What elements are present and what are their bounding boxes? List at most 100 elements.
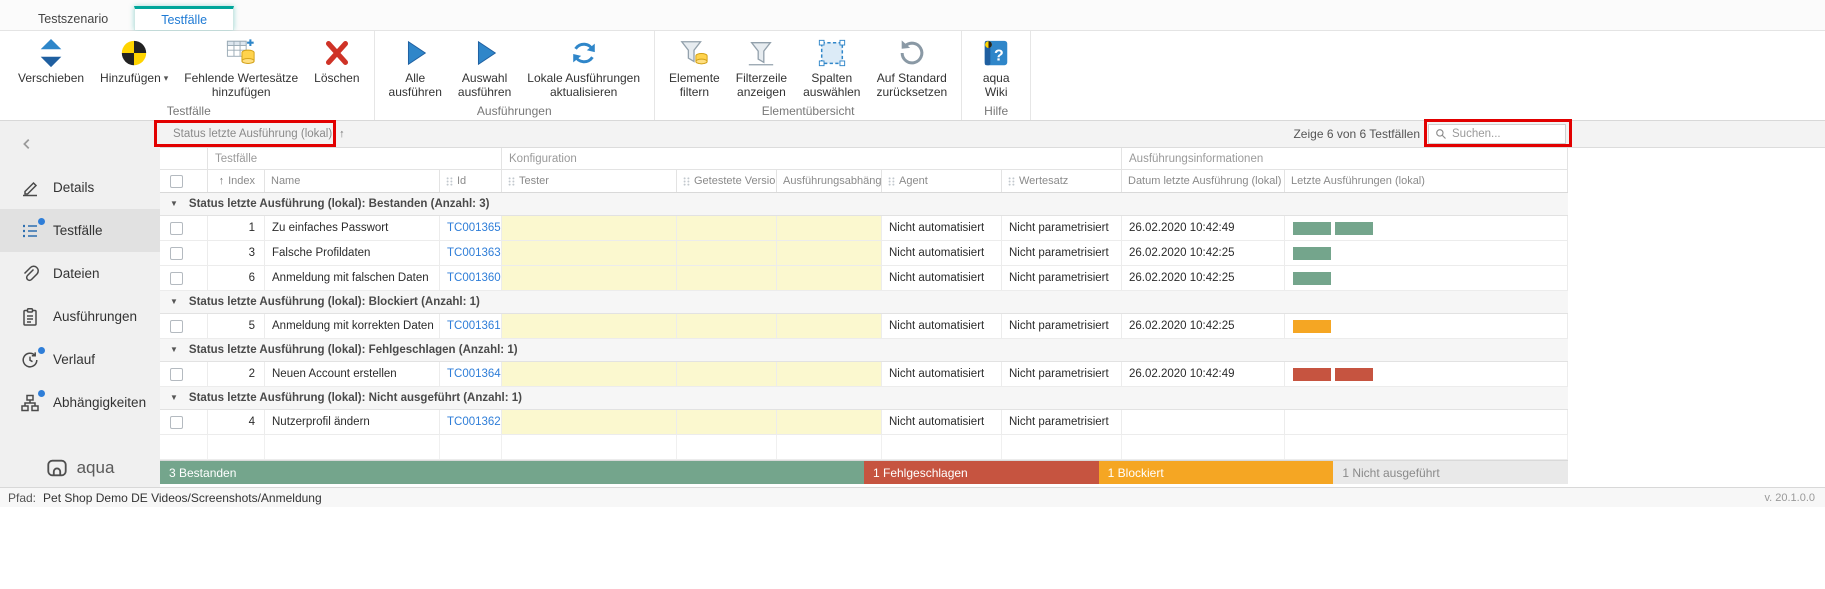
column-header-row: ↑IndexNameIdTesterGetestete VersionAusfü… [160,170,1568,193]
dependencies-icon [20,393,40,413]
column-header-id[interactable]: Id [440,170,502,192]
last-execution-date-cell: 26.02.2020 10:42:25 [1122,314,1285,338]
notification-dot [38,390,45,397]
aqua-logo-text: aqua [77,458,115,478]
ribbon-group-label-testfaelle: Testfälle [10,102,368,120]
wiki-icon: ? [981,38,1011,68]
checkbox-cell [160,266,208,290]
row-checkbox[interactable] [170,320,183,333]
testcase-row-tc001361[interactable]: 5Anmeldung mit korrekten DatenTC001361Ni… [160,314,1568,339]
execution-bar-failed [1293,368,1331,381]
column-handle-icon [683,177,690,186]
elemente-filtern-button[interactable]: Elemente filtern [661,34,728,100]
sidebar-item-dateien[interactable]: Dateien [0,252,160,295]
testcase-id-link[interactable]: TC001364 [447,368,501,380]
column-header-tester[interactable]: Tester [502,170,677,192]
row-checkbox[interactable] [170,247,183,260]
reset-icon [897,38,927,68]
sidebar-item-verlauf[interactable]: Verlauf [0,338,160,381]
index-cell: 5 [208,314,265,338]
row-checkbox[interactable] [170,272,183,285]
sidebar-item-ausfuehrungen[interactable]: Ausführungen [0,295,160,338]
id-cell: TC001364 [440,362,502,386]
sidebar-collapse-button[interactable] [0,121,160,166]
last-execution-date-cell: 26.02.2020 10:42:49 [1122,216,1285,240]
verschieben-button[interactable]: Verschieben [10,34,92,85]
column-header-index[interactable]: ↑Index [208,170,265,192]
loeschen-button[interactable]: Löschen [306,34,367,85]
id-cell: TC001361 [440,314,502,338]
group-header-row[interactable]: ▼Status letzte Ausführung (lokal): Block… [160,291,1568,314]
executions-icon [20,307,40,327]
groupby-chip[interactable]: Status letzte Ausführung (lokal) ↑ [173,128,345,140]
tester-cell [502,266,677,290]
column-header-ausfuehrungsabhaeng[interactable]: Ausführungsabhäng [777,170,882,192]
sidebar-item-testfaelle[interactable]: Testfälle [0,209,160,252]
dependency-cell [777,314,882,338]
empty-row [160,435,1568,460]
tester-cell [502,410,677,434]
lokale-ausfuehrungen-aktualisieren-button[interactable]: Lokale Ausführungen aktualisieren [519,34,648,100]
last-execution-date-cell: 26.02.2020 10:42:49 [1122,362,1285,386]
run-all-icon [400,38,430,68]
valueset-cell: Nicht parametrisiert [1002,216,1122,240]
auswahl-ausfuehren-button[interactable]: Auswahl ausführen [450,34,519,100]
column-header-agent[interactable]: Agent [882,170,1002,192]
hinzufuegen-button[interactable]: Hinzufügen▾ [92,34,176,85]
last-execution-date-cell: 26.02.2020 10:42:25 [1122,266,1285,290]
row-checkbox[interactable] [170,416,183,429]
alle-ausfuehren-button[interactable]: Alle ausführen [381,34,450,100]
tab-testfaelle[interactable]: Testfälle [134,6,234,30]
footer-statusbar: Pfad: Pet Shop Demo DE Videos/Screenshot… [0,487,1825,507]
fehlende-wertesaetze-hinzufuegen-button[interactable]: Fehlende Wertesätze hinzufügen [176,34,306,100]
sidebar-item-details[interactable]: Details [0,166,160,209]
tab-testszenario[interactable]: Testszenario [12,6,134,30]
column-header-wertesatz[interactable]: Wertesatz [1002,170,1122,192]
column-header-getestete-version[interactable]: Getestete Version [677,170,777,192]
row-checkbox[interactable] [170,368,183,381]
testcase-id-link[interactable]: TC001360 [447,272,501,284]
column-header-datum-letzte-ausfuehrung-lokal[interactable]: Datum letzte Ausführung (lokal) [1122,170,1285,192]
sidebar-item-abhaengigkeiten[interactable]: Abhängigkeiten [0,381,160,424]
testcase-row-tc001363[interactable]: 3Falsche ProfildatenTC001363Nicht automa… [160,241,1568,266]
ribbon-group-elementuebersicht: Elemente filternFilterzeile anzeigenSpal… [655,31,962,120]
search-input[interactable] [1452,128,1559,140]
column-handle-icon [888,177,895,186]
version-cell [677,362,777,386]
filterzeile-anzeigen-button[interactable]: Filterzeile anzeigen [728,34,795,100]
auf-standard-zuruecksetzen-button[interactable]: Auf Standard zurücksetzen [868,34,955,100]
select-all-checkbox[interactable] [170,175,183,188]
summary-segment-passed: 3 Bestanden [160,461,864,484]
testcase-row-tc001360[interactable]: 6Anmeldung mit falschen DatenTC001360Nic… [160,266,1568,291]
summary-segment-failed: 1 Fehlgeschlagen [864,461,1099,484]
version-label: v. 20.1.0.0 [1764,492,1815,504]
id-cell: TC001365 [440,216,502,240]
aqua-wiki-button[interactable]: ?aqua Wiki [968,34,1024,100]
testcase-row-tc001364[interactable]: 2Neuen Account erstellenTC001364Nicht au… [160,362,1568,387]
column-header-letzte-ausfuehrungen-lokal[interactable]: Letzte Ausführungen (lokal) [1285,170,1568,192]
group-header-row[interactable]: ▼Status letzte Ausführung (lokal): Nicht… [160,387,1568,410]
testcase-id-link[interactable]: TC001363 [447,247,501,259]
testcase-id-link[interactable]: TC001365 [447,222,501,234]
testcase-id-link[interactable]: TC001361 [447,320,501,332]
row-checkbox[interactable] [170,222,183,235]
checkbox-cell [160,314,208,338]
document-tabbar: TestszenarioTestfälle [0,0,1825,31]
column-header-name[interactable]: Name [265,170,440,192]
tester-cell [502,314,677,338]
history-icon [20,350,40,370]
group-header-row[interactable]: ▼Status letzte Ausführung (lokal): Fehlg… [160,339,1568,362]
filter-row-icon [746,38,776,68]
search-box[interactable] [1428,124,1566,144]
checkbox-cell [160,241,208,265]
sidebar: DetailsTestfälleDateienAusführungenVerla… [0,121,160,487]
execution-bar-passed [1293,247,1331,260]
band-header-testfaelle: Testfälle [208,148,502,169]
spalten-auswaehlen-button[interactable]: Spalten auswählen [795,34,868,100]
group-header-row[interactable]: ▼Status letzte Ausführung (lokal): Besta… [160,193,1568,216]
collapse-arrow-icon: ▼ [170,394,178,402]
testcase-row-tc001365[interactable]: 1Zu einfaches PasswortTC001365Nicht auto… [160,216,1568,241]
testcase-row-tc001362[interactable]: 4Nutzerprofil ändernTC001362Nicht automa… [160,410,1568,435]
version-cell [677,314,777,338]
testcase-id-link[interactable]: TC001362 [447,416,501,428]
